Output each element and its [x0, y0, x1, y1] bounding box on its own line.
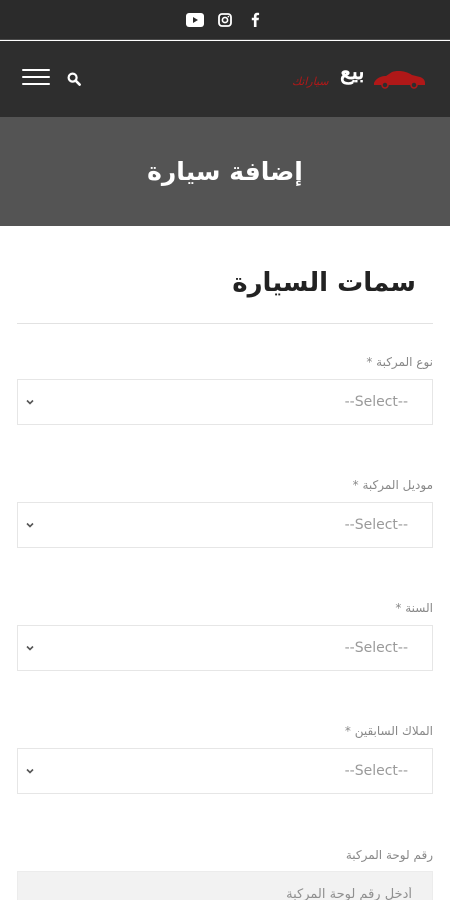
vehicle-type-select[interactable]: --Select--: [17, 379, 433, 425]
vehicle-model-label: موديل المركبة *: [352, 478, 433, 492]
vehicle-model-select[interactable]: --Select--: [17, 502, 433, 548]
chevron-down-icon: [26, 645, 34, 651]
site-header: بيع سياراتك: [0, 41, 450, 117]
vehicle-model-value: --Select--: [344, 517, 408, 533]
search-icon[interactable]: [64, 69, 84, 89]
previous-owners-value: --Select--: [344, 763, 408, 779]
logo-main-text: بيع: [340, 59, 365, 85]
instagram-icon[interactable]: [216, 11, 234, 29]
vehicle-type-value: --Select--: [344, 394, 408, 410]
chevron-down-icon: [26, 768, 34, 774]
page: بيع سياراتك إضافة سيارة سمات السيارة نوع…: [0, 0, 450, 900]
logo-sub-text: سياراتك: [292, 75, 329, 88]
vehicle-type-label: نوع المركبة *: [366, 355, 433, 369]
car-logo-icon: [374, 71, 425, 89]
plate-number-input[interactable]: [17, 871, 433, 900]
title-banner: إضافة سيارة: [0, 117, 450, 226]
social-bar: [0, 0, 450, 40]
page-title: إضافة سيارة: [147, 157, 303, 186]
chevron-down-icon: [26, 522, 34, 528]
facebook-icon[interactable]: [246, 11, 264, 29]
chevron-down-icon: [26, 399, 34, 405]
section-title: سمات السيارة: [232, 268, 416, 298]
section-divider: [17, 323, 433, 324]
previous-owners-select[interactable]: --Select--: [17, 748, 433, 794]
previous-owners-label: الملاك السابقين *: [344, 724, 433, 738]
hamburger-menu-icon[interactable]: [22, 69, 52, 89]
year-select[interactable]: --Select--: [17, 625, 433, 671]
year-value: --Select--: [344, 640, 408, 656]
youtube-icon[interactable]: [186, 11, 204, 29]
site-logo[interactable]: بيع سياراتك: [288, 59, 430, 97]
year-label: السنة *: [395, 601, 433, 615]
plate-number-label: رقم لوحة المركبة: [345, 848, 433, 862]
